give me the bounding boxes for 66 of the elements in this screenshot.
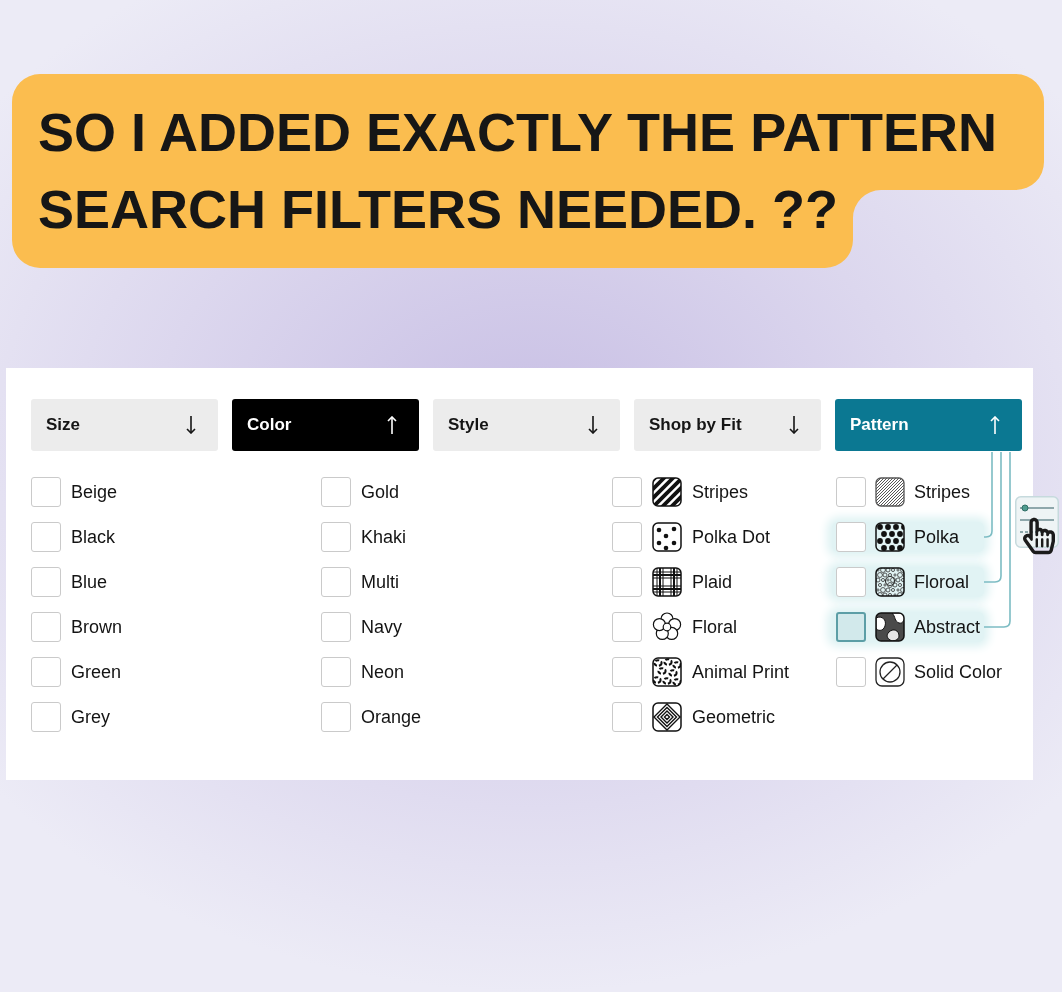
checkbox[interactable] [836,477,866,507]
flower-icon [652,612,682,642]
option-label: Floral [692,616,737,638]
checkbox[interactable] [31,567,61,597]
checkbox[interactable] [321,567,351,597]
option-label: Neon [361,661,405,683]
filter-tab[interactable]: Style [433,399,620,451]
checkbox[interactable] [31,522,61,552]
option-label: Geometric [692,706,776,728]
highlighted-option-row[interactable]: Abstract [832,612,984,642]
checkbox[interactable] [31,657,61,687]
option-label: Black [71,526,115,548]
option-label: Floroal [914,571,970,593]
nested-diamonds-icon [652,702,682,732]
headline-banner: SO I ADDED EXACTLY THE PATTERN SEARCH FILTERS NEEDED. ?? [12,74,1044,268]
option-label: Plaid [692,571,733,593]
option-label: Multi [361,571,399,593]
highlighted-option-row[interactable]: Floroal [832,567,984,597]
checkbox[interactable] [612,702,642,732]
diagonal-stripes-icon [652,477,682,507]
circle-slash-icon [875,657,905,687]
checkbox[interactable] [321,522,351,552]
checkbox[interactable] [836,612,866,642]
option-label: Beige [71,481,118,503]
filter-tab[interactable]: Shop by Fit [634,399,821,451]
checkbox[interactable] [612,657,642,687]
fine-stripes-icon [875,477,905,507]
option-label: Orange [361,706,422,728]
highlighted-option-row[interactable]: Polka [832,522,984,552]
option-label: Stripes [692,481,749,503]
dots-icon [875,522,905,552]
checkbox[interactable] [31,477,61,507]
checkbox[interactable] [321,657,351,687]
checkbox[interactable] [836,657,866,687]
option-label: Abstract [914,616,981,638]
option-label: Brown [71,616,123,638]
checkbox[interactable] [31,612,61,642]
option-label: Grey [71,706,110,728]
option-label: Polka Dot [692,526,771,548]
checkbox[interactable] [612,612,642,642]
checkbox[interactable] [836,567,866,597]
checkbox[interactable] [321,477,351,507]
option-label: Blue [71,571,108,593]
checkbox[interactable] [836,522,866,552]
hand-cursor-icon [1023,516,1055,556]
checkbox[interactable] [31,702,61,732]
option-label: Solid Color [914,661,1003,683]
plaid-icon [652,567,682,597]
option-label: Khaki [361,526,407,548]
checkbox[interactable] [612,567,642,597]
filter-tab[interactable]: Pattern [835,399,1022,451]
checkbox[interactable] [612,477,642,507]
checkbox[interactable] [321,702,351,732]
filter-tab[interactable]: Color [232,399,419,451]
option-label: Gold [361,481,400,503]
option-label: Green [71,661,122,683]
option-label: Animal Print [692,661,790,683]
leopard-spots-icon [652,657,682,687]
option-label: Stripes [914,481,971,503]
filter-tab[interactable]: Size [31,399,218,451]
floral-texture-icon [875,567,905,597]
checkbox[interactable] [321,612,351,642]
checkbox[interactable] [612,522,642,552]
option-label: Navy [361,616,402,638]
abstract-blobs-icon [875,612,905,642]
option-label: Polka [914,526,960,548]
